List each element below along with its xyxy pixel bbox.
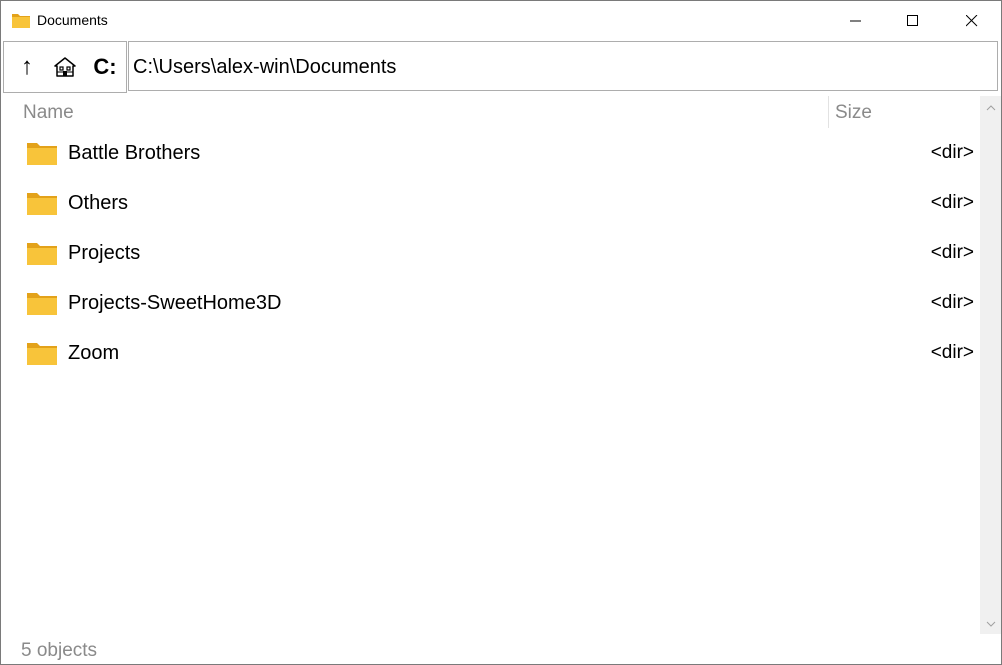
file-size: <dir> <box>930 292 974 313</box>
toolbar: ↑ C: <box>3 41 998 93</box>
title-bar[interactable]: Documents <box>1 1 1001 40</box>
maximize-icon <box>907 14 918 26</box>
up-button[interactable]: ↑ <box>12 42 42 92</box>
scroll-down-button[interactable] <box>980 614 1001 634</box>
scroll-up-button[interactable] <box>980 98 1001 118</box>
folder-icon <box>27 143 57 165</box>
chevron-up-icon <box>986 105 995 111</box>
path-input[interactable] <box>133 55 983 79</box>
file-size: <dir> <box>930 342 974 363</box>
maximize-button[interactable] <box>884 1 942 40</box>
column-size-header[interactable]: Size <box>835 102 872 124</box>
file-name: Zoom <box>68 342 120 364</box>
list-item[interactable]: Battle Brothers <dir> <box>1 128 979 178</box>
folder-icon <box>12 14 30 28</box>
navigation-buttons: ↑ C: <box>3 41 127 93</box>
file-size: <dir> <box>930 192 974 213</box>
home-button[interactable] <box>48 42 82 92</box>
file-name: Battle Brothers <box>68 142 201 164</box>
file-size: <dir> <box>930 142 974 163</box>
close-icon <box>966 14 978 26</box>
column-header: Name Size <box>1 96 979 128</box>
window-title: Documents <box>37 12 108 28</box>
column-divider[interactable] <box>828 96 829 128</box>
drive-button[interactable]: C: <box>88 42 122 92</box>
status-bar-text: 5 objects <box>21 640 98 661</box>
close-button[interactable] <box>943 1 1001 40</box>
minimize-button[interactable] <box>827 1 885 40</box>
home-icon <box>54 57 76 77</box>
file-name: Others <box>68 192 129 214</box>
file-list: Battle Brothers <dir> Others <dir> Proje… <box>1 128 979 378</box>
list-item[interactable]: Projects-SweetHome3D <dir> <box>1 278 979 328</box>
folder-icon <box>27 343 57 365</box>
file-manager-window: Documents ↑ C: C:\Users\alex-win\Documen… <box>0 0 1002 665</box>
chevron-down-icon <box>986 621 995 627</box>
minimize-icon <box>850 20 861 21</box>
vertical-scrollbar[interactable] <box>980 96 1001 634</box>
list-item[interactable]: Projects <dir> <box>1 228 979 278</box>
file-name: Projects <box>68 242 141 264</box>
list-item[interactable]: Others <dir> <box>1 178 979 228</box>
column-name-header[interactable]: Name <box>23 102 74 124</box>
folder-icon <box>27 293 57 315</box>
file-name: Projects-SweetHome3D <box>68 292 282 314</box>
path-bar[interactable] <box>128 41 998 91</box>
arrow-up-icon: ↑ <box>21 53 33 80</box>
drive-label: C: <box>93 54 117 79</box>
folder-icon <box>27 193 57 215</box>
list-item[interactable]: Zoom <dir> <box>1 328 979 378</box>
file-size: <dir> <box>930 242 974 263</box>
folder-icon <box>27 243 57 265</box>
